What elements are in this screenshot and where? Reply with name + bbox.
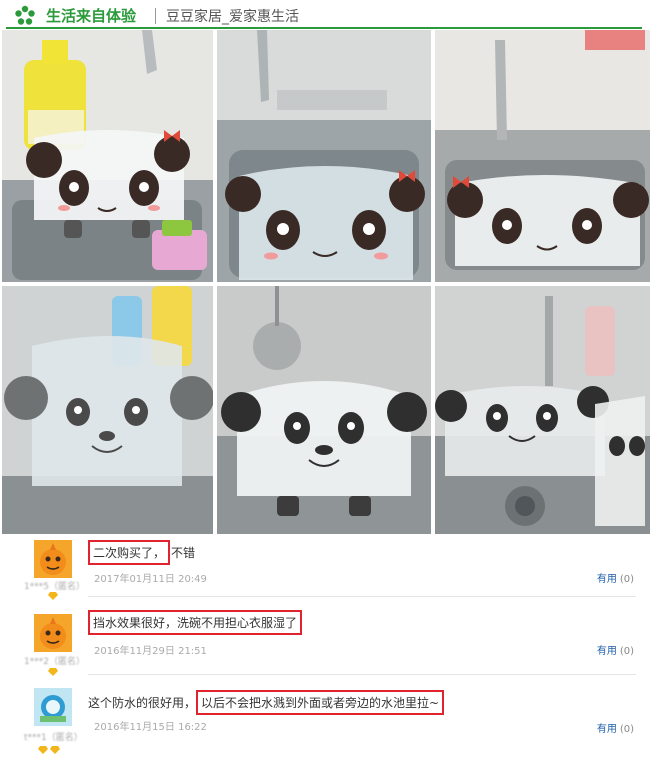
review-date: 2017年01月11日 20:49 bbox=[94, 574, 207, 585]
photo-panda-board-sink-1[interactable] bbox=[2, 30, 213, 282]
header-title: 生活来自体验 bbox=[46, 7, 137, 25]
review-item: t***1（匿名） 这个防水的很好用， 以后不会把水溅到外面或者旁边的水池里拉~ … bbox=[0, 678, 650, 774]
rank-diamond-icon bbox=[48, 592, 58, 600]
rank-diamond-icon bbox=[38, 746, 48, 754]
helpful-label[interactable]: 有用 bbox=[597, 724, 617, 735]
review-text-tail: 不错 bbox=[171, 546, 196, 560]
review-text: 二次购买了， 不错 bbox=[88, 540, 195, 565]
photo-panda-board-sink-2[interactable] bbox=[217, 30, 431, 282]
cartoon-picture-avatar bbox=[34, 688, 72, 726]
flower-icon bbox=[15, 5, 35, 25]
review-text-lead: 这个防水的很好用， bbox=[88, 696, 197, 710]
helpful-button[interactable]: 有用 (0) bbox=[597, 720, 634, 735]
rank-diamond-icon bbox=[50, 746, 60, 754]
reviewer-name-blurred: 1***2（匿名） bbox=[24, 657, 85, 667]
review-item: 1***2（匿名） 挡水效果很好，洗碗不用担心衣服湿了 2016年11月29日 … bbox=[0, 600, 650, 676]
photo-gallery bbox=[0, 30, 650, 534]
review-text: 挡水效果很好，洗碗不用担心衣服湿了 bbox=[88, 610, 303, 635]
header-divider bbox=[155, 8, 156, 24]
helpful-count: (0) bbox=[619, 724, 634, 735]
store-header: 生活来自体验 豆豆家居_爱家惠生活 bbox=[0, 0, 650, 30]
reviewer-name-blurred: t***1（匿名） bbox=[24, 733, 83, 743]
helpful-label[interactable]: 有用 bbox=[597, 574, 617, 585]
review-divider bbox=[88, 596, 636, 597]
photo-panda-board-sink-4[interactable] bbox=[2, 286, 213, 534]
header-rule bbox=[6, 27, 642, 29]
review-divider bbox=[88, 674, 636, 675]
review-date: 2016年11月29日 21:51 bbox=[94, 646, 207, 657]
helpful-button[interactable]: 有用 (0) bbox=[597, 570, 634, 585]
photo-panda-board-sink-3[interactable] bbox=[435, 30, 650, 282]
review-highlight: 挡水效果很好，洗碗不用担心衣服湿了 bbox=[88, 610, 303, 635]
review-highlight: 以后不会把水溅到外面或者旁边的水池里拉~ bbox=[196, 690, 445, 715]
helpful-button[interactable]: 有用 (0) bbox=[597, 642, 634, 657]
reviewer-name-blurred: 1***5（匿名） bbox=[24, 582, 85, 592]
helpful-label[interactable]: 有用 bbox=[597, 646, 617, 657]
helpful-count: (0) bbox=[619, 646, 634, 657]
review-highlight: 二次购买了， bbox=[88, 540, 171, 565]
photo-panda-board-sink-5[interactable] bbox=[217, 286, 431, 534]
review-item: 1***5（匿名） 二次购买了， 不错 2017年01月11日 20:49 有用(… bbox=[0, 534, 650, 600]
review-date: 2016年11月15日 16:22 bbox=[94, 722, 207, 733]
orange-character-avatar bbox=[34, 614, 72, 652]
helpful-count: (0) bbox=[619, 574, 634, 585]
orange-character-avatar bbox=[34, 540, 72, 578]
photo-panda-board-sink-6[interactable] bbox=[435, 286, 650, 534]
rank-diamond-icon bbox=[48, 668, 58, 676]
review-text: 这个防水的很好用， 以后不会把水溅到外面或者旁边的水池里拉~ bbox=[88, 690, 445, 715]
header-subtitle: 豆豆家居_爱家惠生活 bbox=[166, 9, 299, 25]
